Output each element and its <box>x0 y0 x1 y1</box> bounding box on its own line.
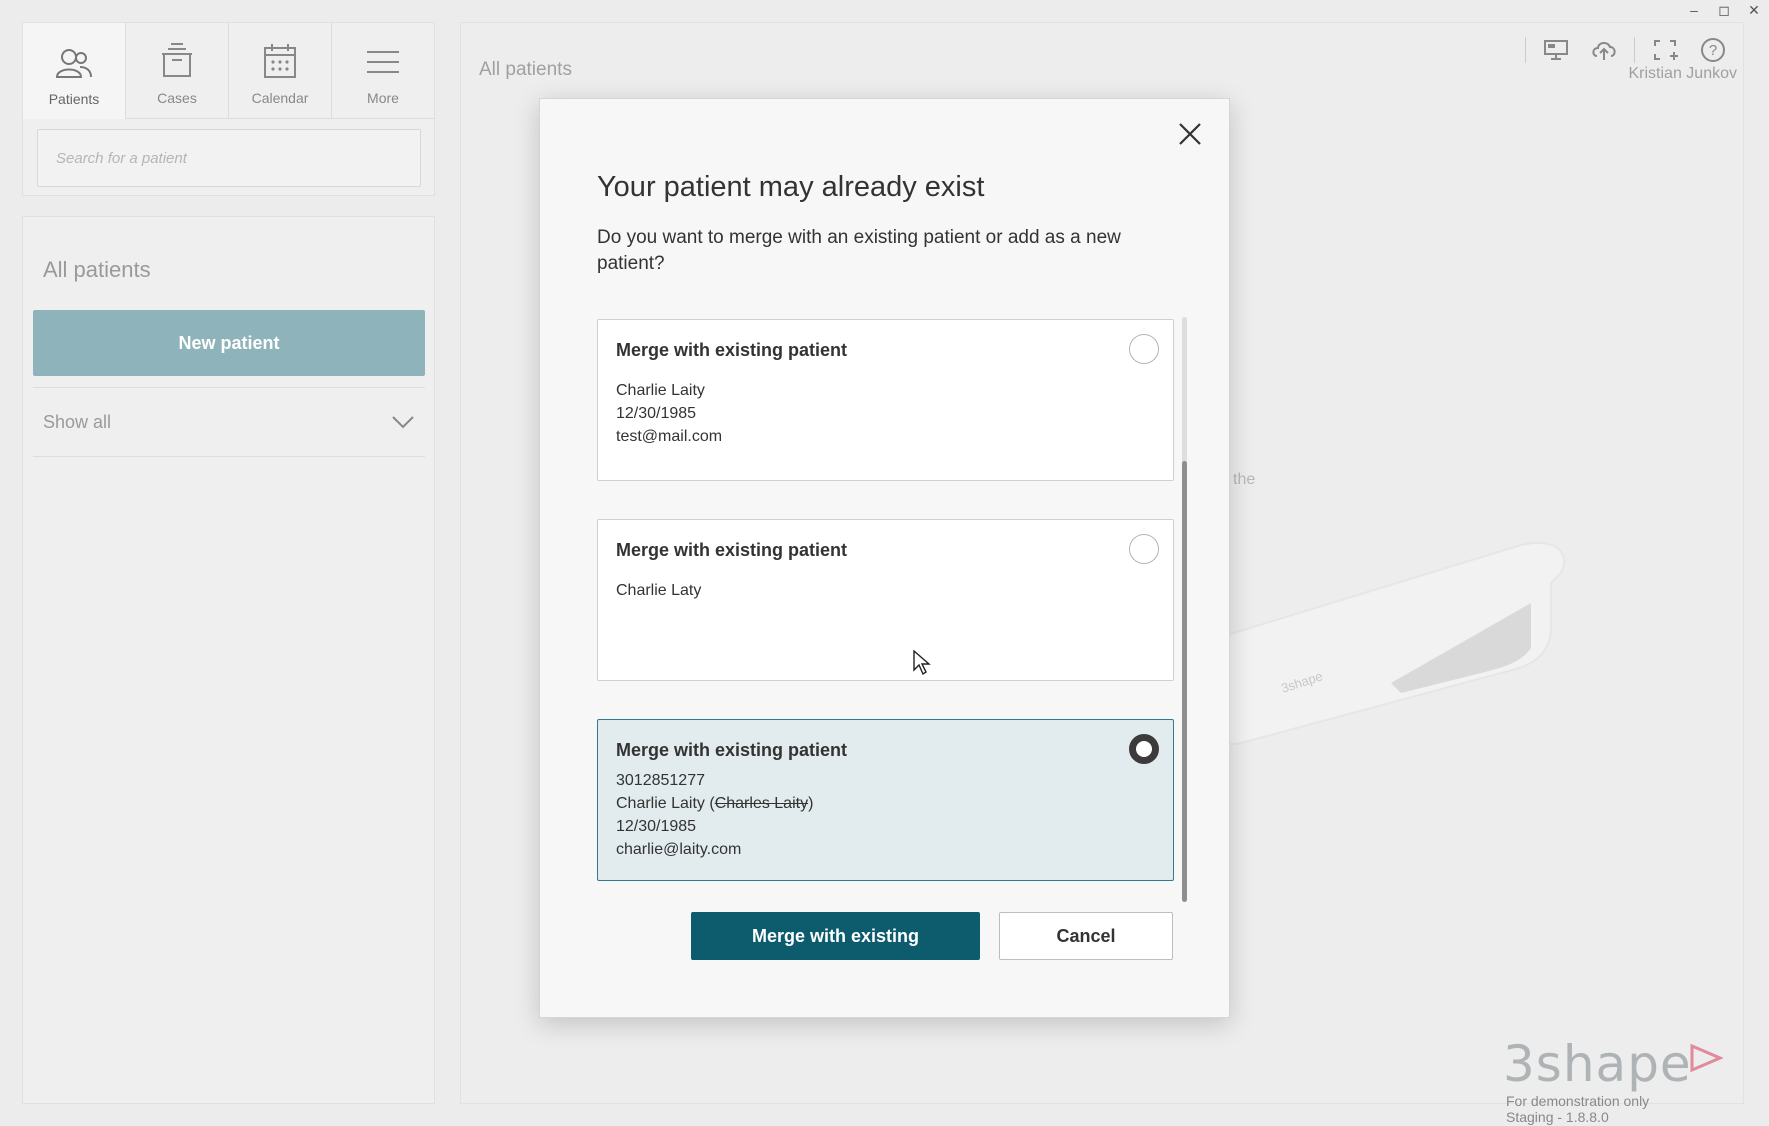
tab-more[interactable]: More <box>332 23 434 119</box>
tab-label: Patients <box>48 91 100 107</box>
cloud-upload-icon[interactable] <box>1580 33 1628 67</box>
option-heading: Merge with existing patient <box>616 740 848 760</box>
maximize-button[interactable]: ◻ <box>1709 0 1739 20</box>
dialog-title: Your patient may already exist <box>597 171 985 203</box>
patients-icon <box>55 49 92 78</box>
cases-icon <box>162 43 192 77</box>
svg-text:?: ? <box>1709 42 1717 59</box>
divider <box>1634 37 1635 63</box>
list-title: All patients <box>43 257 151 282</box>
search-input[interactable] <box>56 149 402 167</box>
tab-calendar[interactable]: Calendar <box>229 23 332 119</box>
radio-button-selected[interactable] <box>1129 734 1159 764</box>
tab-label: More <box>367 90 399 106</box>
merge-with-existing-button[interactable]: Merge with existing <box>691 912 980 960</box>
user-name[interactable]: Kristian Junkov <box>1629 65 1738 83</box>
calendar-icon <box>264 44 296 78</box>
option-email: charlie@laity.com <box>616 841 742 858</box>
tab-label: Calendar <box>251 90 309 106</box>
option-dob: 12/30/1985 <box>616 818 697 835</box>
option-heading: Merge with existing patient <box>616 340 848 360</box>
chevron-down-icon <box>392 416 414 429</box>
breadcrumb: All patients <box>479 59 572 80</box>
option-id: 3012851277 <box>616 772 705 789</box>
radio-button[interactable] <box>1129 334 1159 364</box>
demo-notice: For demonstration only <box>1506 1093 1650 1109</box>
option-name: Charlie Laity <box>616 382 705 399</box>
filter-label: Show all <box>43 411 112 432</box>
tab-label: Cases <box>157 90 197 106</box>
minimize-button[interactable]: – <box>1679 0 1709 20</box>
mouse-cursor-icon <box>913 650 931 676</box>
filter-dropdown[interactable]: Show all <box>33 387 425 457</box>
new-patient-button[interactable]: New patient <box>33 310 425 376</box>
version-label: Staging - 1.8.8.0 <box>1506 1109 1609 1125</box>
patient-list-card: All patients New patient Show all <box>22 216 435 1104</box>
screenshot-icon[interactable] <box>1641 33 1689 67</box>
radio-button[interactable] <box>1129 534 1159 564</box>
window-controls: – ◻ ✕ <box>1679 0 1769 20</box>
scrollbar-thumb[interactable] <box>1182 461 1187 902</box>
divider <box>1525 37 1526 63</box>
toolbar-icons: ? <box>1519 33 1737 67</box>
merge-patient-dialog: Your patient may already exist Do you wa… <box>539 98 1230 1018</box>
close-dialog-button[interactable] <box>1173 117 1207 151</box>
help-icon[interactable]: ? <box>1689 33 1737 67</box>
tab-cases[interactable]: Cases <box>126 23 229 119</box>
close-window-button[interactable]: ✕ <box>1739 0 1769 20</box>
menu-icon <box>367 51 399 73</box>
background-hint-text: the <box>1233 471 1256 488</box>
old-name: Charles Laity <box>714 795 809 812</box>
option-dob: 12/30/1985 <box>616 405 697 422</box>
option-name: Charlie Laity (Charles Laity) <box>616 792 1155 815</box>
nav-card: Patients Cases Calendar More Search for … <box>22 22 435 196</box>
patient-search <box>37 129 421 187</box>
screen-icon[interactable] <box>1532 33 1580 67</box>
new-name: Charlie Laity ( <box>616 795 715 812</box>
merge-option-3[interactable]: Merge with existing patient 3012851277 C… <box>597 719 1174 881</box>
scanner-illustration: 3shape <box>1201 542 1566 745</box>
logo-triangle-icon <box>1690 1043 1723 1073</box>
merge-option-1[interactable]: Merge with existing patient Charlie Lait… <box>597 319 1174 481</box>
brand-logo: 3shape <box>1503 1035 1692 1093</box>
merge-option-2[interactable]: Merge with existing patient Charlie Laty <box>597 519 1174 681</box>
cancel-button[interactable]: Cancel <box>999 912 1173 960</box>
option-name: Charlie Laty <box>616 582 702 599</box>
close-icon <box>1179 123 1201 145</box>
option-heading: Merge with existing patient <box>616 540 848 560</box>
name-close-paren: ) <box>808 795 814 812</box>
tab-patients[interactable]: Patients <box>23 23 126 119</box>
nav-tabs: Patients Cases Calendar More <box>23 23 434 119</box>
option-email: test@mail.com <box>616 428 723 445</box>
dialog-subtitle: Do you want to merge with an existing pa… <box>597 227 1121 274</box>
